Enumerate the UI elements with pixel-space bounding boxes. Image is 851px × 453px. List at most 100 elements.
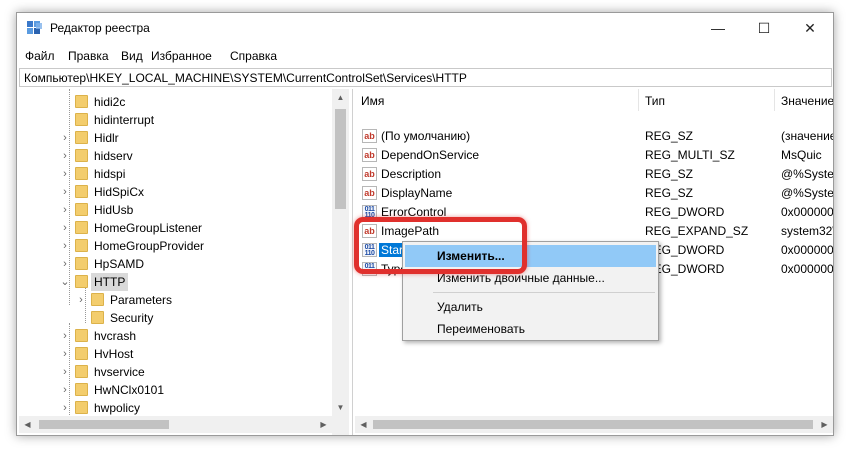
value-type: REG_SZ [645,129,694,143]
tree-item-label: hwpolicy [94,401,141,415]
string-value-icon: ab [362,148,377,162]
value-row[interactable]: 011110 ErrorControl REG_DWORD 0x0000000 [355,203,833,222]
value-type: REG_EXPAND_SZ [645,224,749,238]
chevron-right-icon[interactable]: › [59,165,71,183]
chevron-right-icon[interactable]: › [59,183,71,201]
chevron-down-icon[interactable]: ⌄ [59,273,71,291]
scroll-down-arrow-icon[interactable]: ▼ [332,399,349,416]
registry-editor-window: Редактор реестра — ☐ ✕ Файл Правка Вид И… [16,12,834,436]
tree-horizontal-scrollbar[interactable]: ◀ ▶ [19,416,332,433]
menu-help[interactable]: Справка [230,49,277,63]
value-type: REG_SZ [645,167,694,181]
scroll-left-arrow-icon[interactable]: ◀ [355,416,372,433]
chevron-right-icon[interactable]: › [59,363,71,381]
value-data: 0x0000000 [781,205,833,219]
menu-edit[interactable]: Правка [68,49,109,63]
tree-item-label: hidserv [94,149,133,163]
scroll-left-arrow-icon[interactable]: ◀ [19,416,36,433]
column-header-type[interactable]: Тип [639,89,775,111]
chevron-right-icon[interactable]: › [59,345,71,363]
value-row[interactable]: ab DisplayName REG_SZ @%System [355,184,833,203]
value-row[interactable]: ab Description REG_SZ @%System [355,165,833,184]
tree-item-label: hvservice [94,365,145,379]
address-bar[interactable]: Компьютер\HKEY_LOCAL_MACHINE\SYSTEM\Curr… [19,68,832,87]
value-data: 0x0000000 [781,262,833,276]
menu-item-modify-binary[interactable]: Изменить двоичные данные... [405,267,656,289]
menu-item-modify[interactable]: Изменить... [405,245,656,267]
folder-icon [75,257,88,270]
scroll-up-arrow-icon[interactable]: ▲ [332,89,349,106]
folder-icon [91,293,104,306]
value-row[interactable]: ab ImagePath REG_EXPAND_SZ system32\ [355,222,833,241]
menu-file[interactable]: Файл [25,49,55,63]
chevron-right-icon[interactable]: › [59,147,71,165]
menu-bar: Файл Правка Вид Избранное Справка [17,46,833,66]
menu-item-delete[interactable]: Удалить [405,296,656,318]
folder-icon [75,185,88,198]
chevron-right-icon[interactable]: › [75,291,87,309]
tree-item-label: HwNClx0101 [94,383,165,397]
value-name: (По умолчанию) [381,129,471,143]
value-name: ErrorControl [381,205,447,219]
chevron-right-icon[interactable]: › [59,255,71,273]
context-menu: Изменить... Изменить двоичные данные... … [402,241,659,341]
tree-scroll-thumb[interactable] [335,109,346,209]
folder-icon [75,329,88,342]
column-header-value[interactable]: Значение [775,89,833,111]
tree-item-label: HTTP [91,273,129,291]
title-bar: Редактор реестра — ☐ ✕ [17,13,833,43]
window-title: Редактор реестра [50,21,150,35]
tree-item-label: HvHost [94,347,134,361]
chevron-right-icon[interactable]: › [59,381,71,399]
folder-icon [75,149,88,162]
tree-item-label: HpSAMD [94,257,145,271]
tree-item-label: Security [110,311,154,325]
folder-icon [75,401,88,414]
folder-icon [75,167,88,180]
scroll-right-arrow-icon[interactable]: ▶ [315,416,332,433]
scroll-right-arrow-icon[interactable]: ▶ [816,416,833,433]
close-button[interactable]: ✕ [787,13,833,43]
chevron-right-icon[interactable]: › [59,399,71,417]
registry-tree: hidi2c hidinterrupt › Hidlr › hidserv › hidspi ›… [19,89,353,435]
string-value-icon: ab [362,186,377,200]
value-row[interactable]: ab DependOnService REG_MULTI_SZ MsQuic [355,146,833,165]
maximize-button[interactable]: ☐ [741,13,787,43]
folder-icon [75,383,88,396]
tree-vertical-scrollbar[interactable]: ▲ ▼ [332,89,349,435]
chevron-right-icon[interactable]: › [59,327,71,345]
folder-icon [75,221,88,234]
values-hscroll-thumb[interactable] [373,420,813,429]
value-data: 0x0000000 [781,243,833,257]
value-row[interactable]: ab (По умолчанию) REG_SZ (значение [355,127,833,146]
menu-item-rename[interactable]: Переименовать [405,318,656,340]
value-data: (значение [781,129,833,143]
chevron-right-icon[interactable]: › [59,219,71,237]
chevron-right-icon[interactable]: › [59,129,71,147]
value-name: DependOnService [381,148,480,162]
value-data: @%System [781,186,833,200]
tree-item-label: hvcrash [94,329,137,343]
minimize-button[interactable]: — [695,13,741,43]
column-header-name[interactable]: Имя [355,89,639,111]
value-type: REG_MULTI_SZ [645,148,735,162]
folder-icon [75,365,88,378]
folder-icon [75,239,88,252]
chevron-right-icon[interactable]: › [59,237,71,255]
string-value-icon: ab [362,167,377,181]
tree-item-label: Parameters [110,293,173,307]
values-horizontal-scrollbar[interactable]: ◀ ▶ [355,416,833,433]
value-data: @%System [781,167,833,181]
tree-item-label: hidspi [94,167,126,181]
menu-view[interactable]: Вид [121,49,143,63]
menu-favorites[interactable]: Избранное [151,49,212,63]
value-type: REG_DWORD [645,205,725,219]
chevron-right-icon[interactable]: › [59,201,71,219]
folder-icon [75,347,88,360]
string-value-icon: ab [362,224,377,238]
value-name: Description [381,167,442,181]
registry-editor-icon [27,21,42,34]
tree-item-label: HidUsb [94,203,134,217]
tree-hscroll-thumb[interactable] [39,420,169,429]
string-value-icon: ab [362,129,377,143]
